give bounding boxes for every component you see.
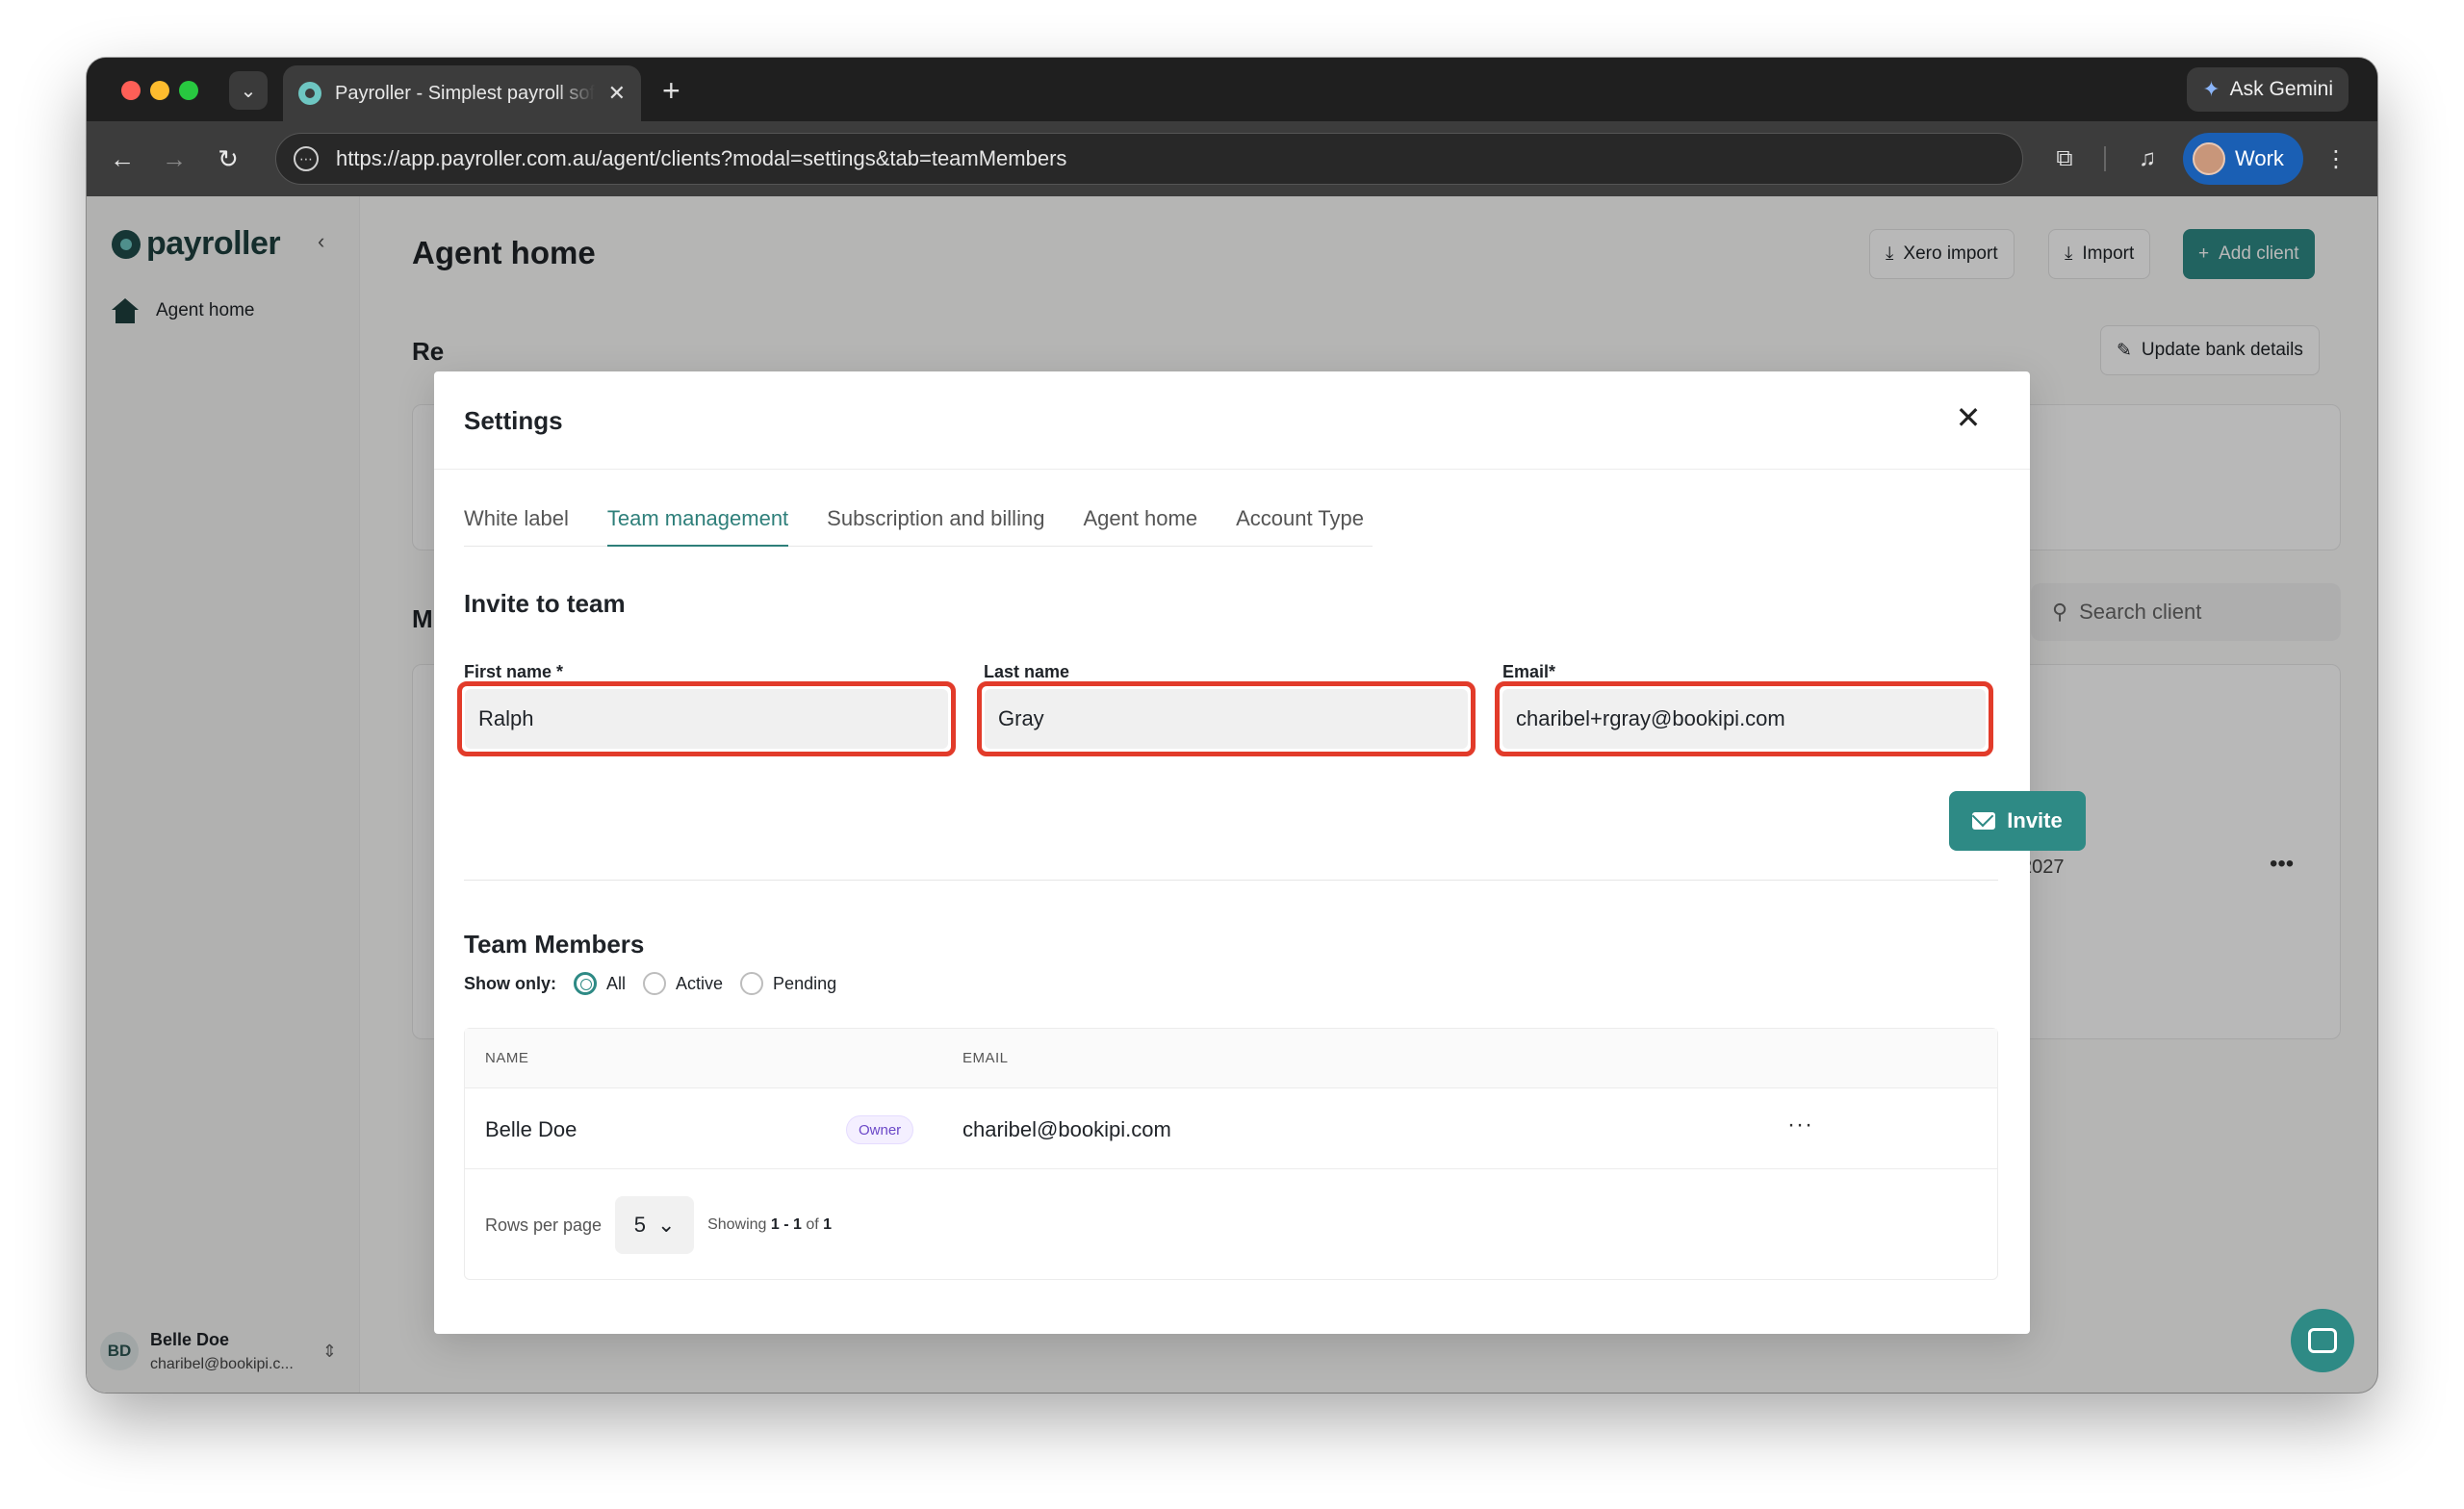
radio-unchecked-icon bbox=[643, 972, 667, 995]
showing-range: 1 - 1 bbox=[770, 1216, 802, 1233]
table-header: NAME EMAIL bbox=[465, 1029, 1997, 1088]
mail-icon bbox=[1972, 812, 1996, 830]
settings-modal: Settings ✕ White label Team management S… bbox=[434, 371, 2086, 1334]
rows-per-page-label: Rows per page bbox=[485, 1215, 603, 1235]
minimize-window-button[interactable] bbox=[150, 81, 169, 100]
modal-header: Settings ✕ bbox=[434, 371, 2030, 470]
forward-arrow-icon[interactable]: → bbox=[156, 141, 192, 177]
tab-white-label[interactable]: White label bbox=[464, 491, 569, 547]
address-bar[interactable]: ⋯ https://app.payroller.com.au/agent/cli… bbox=[275, 133, 2023, 185]
showing-prefix: Showing bbox=[707, 1216, 767, 1233]
tab-close-icon[interactable]: ✕ bbox=[608, 81, 626, 106]
tab-agent-home[interactable]: Agent home bbox=[1083, 491, 1197, 547]
browser-window: ⌄ Payroller - Simplest payroll software … bbox=[87, 58, 2377, 1393]
column-header-email: EMAIL bbox=[962, 1050, 1009, 1066]
settings-tabs: White label Team management Subscription… bbox=[464, 491, 1373, 547]
section-divider bbox=[464, 880, 1998, 881]
new-tab-button[interactable]: + bbox=[662, 71, 680, 110]
chevron-down-icon: ⌄ bbox=[656, 1213, 676, 1237]
invite-button[interactable]: Invite bbox=[1949, 791, 2086, 851]
site-info-icon[interactable]: ⋯ bbox=[294, 146, 319, 171]
email-label: Email* bbox=[1502, 662, 1556, 681]
filter-label: Pending bbox=[773, 973, 837, 993]
member-email: charibel@bookipi.com bbox=[962, 1117, 1171, 1141]
tab-team-management[interactable]: Team management bbox=[606, 491, 789, 547]
url-text[interactable]: https://app.payroller.com.au/agent/clien… bbox=[336, 146, 1066, 171]
reload-icon[interactable]: ↻ bbox=[210, 141, 246, 177]
first-name-label: First name * bbox=[464, 662, 564, 681]
showing-of: of bbox=[806, 1216, 819, 1233]
page-viewport: payroller ‹ Agent home BD Belle Doe char… bbox=[87, 196, 2377, 1393]
chat-icon bbox=[2308, 1328, 2337, 1353]
showing-total: 1 bbox=[823, 1216, 833, 1233]
radio-checked-icon bbox=[574, 972, 597, 995]
tab-account-type[interactable]: Account Type bbox=[1236, 491, 1364, 547]
radio-unchecked-icon bbox=[740, 972, 764, 995]
show-only-label: Show only: bbox=[464, 973, 556, 993]
invite-section-title: Invite to team bbox=[464, 589, 626, 618]
back-arrow-icon[interactable]: ← bbox=[104, 141, 141, 177]
pagination: Rows per page 5 ⌄ Showing 1 - 1 of 1 bbox=[485, 1196, 832, 1254]
rows-per-page-select[interactable]: 5 ⌄ bbox=[615, 1196, 695, 1254]
close-window-button[interactable] bbox=[121, 81, 141, 100]
first-name-field[interactable] bbox=[465, 689, 948, 749]
browser-tab[interactable]: Payroller - Simplest payroll software ✕ bbox=[283, 65, 641, 121]
profile-label: Work bbox=[2235, 146, 2284, 170]
member-name: Belle Doe bbox=[485, 1117, 578, 1141]
browser-toolbar: ← → ↻ ⋯ https://app.payroller.com.au/age… bbox=[87, 121, 2377, 196]
chat-support-button[interactable] bbox=[2291, 1309, 2354, 1372]
first-name-highlight bbox=[457, 681, 956, 756]
column-header-name: NAME bbox=[485, 1050, 529, 1066]
row-actions-icon[interactable]: ··· bbox=[1787, 1112, 1813, 1138]
extensions-puzzle-icon[interactable]: ⧉ bbox=[2046, 141, 2083, 177]
tab-search-chevron-icon[interactable]: ⌄ bbox=[229, 71, 268, 110]
email-highlight bbox=[1495, 681, 1993, 756]
modal-title: Settings bbox=[464, 406, 563, 435]
email-field[interactable] bbox=[1502, 689, 1986, 749]
last-name-highlight bbox=[977, 681, 1476, 756]
payroller-favicon-icon bbox=[298, 82, 321, 105]
team-members-table: NAME EMAIL Belle Doe Owner charibel@book… bbox=[464, 1028, 1998, 1280]
table-row: Belle Doe Owner charibel@bookipi.com ··· bbox=[465, 1088, 1997, 1169]
status-badge: Owner bbox=[846, 1115, 914, 1144]
filter-all-radio[interactable]: All bbox=[574, 972, 626, 995]
profile-button[interactable]: Work bbox=[2183, 133, 2303, 185]
filter-label: All bbox=[606, 973, 627, 993]
maximize-window-button[interactable] bbox=[179, 81, 198, 100]
rows-per-page-value: 5 bbox=[633, 1213, 646, 1237]
tab-strip: ⌄ Payroller - Simplest payroll software … bbox=[87, 58, 2377, 121]
toolbar-divider bbox=[2104, 146, 2106, 171]
filter-pending-radio[interactable]: Pending bbox=[740, 972, 836, 995]
browser-menu-icon[interactable]: ⋮ bbox=[2318, 141, 2354, 177]
close-icon[interactable]: ✕ bbox=[1947, 396, 1989, 439]
tab-title: Payroller - Simplest payroll software bbox=[335, 82, 595, 104]
profile-avatar bbox=[2193, 142, 2225, 175]
ask-gemini-label: Ask Gemini bbox=[2229, 78, 2333, 100]
status-filter: Show only: All Active Pending bbox=[464, 972, 836, 995]
team-members-title: Team Members bbox=[464, 930, 645, 959]
filter-label: Active bbox=[676, 973, 724, 993]
last-name-label: Last name bbox=[984, 662, 1070, 681]
showing-count: Showing 1 - 1 of 1 bbox=[707, 1216, 832, 1234]
filter-active-radio[interactable]: Active bbox=[643, 972, 723, 995]
ask-gemini-button[interactable]: ✦ Ask Gemini bbox=[2187, 67, 2348, 112]
gemini-sparkle-icon: ✦ bbox=[2202, 77, 2220, 101]
invite-label: Invite bbox=[2007, 808, 2063, 832]
media-control-icon[interactable]: ♫ bbox=[2129, 141, 2166, 177]
tab-subscription-billing[interactable]: Subscription and billing bbox=[827, 491, 1044, 547]
last-name-field[interactable] bbox=[985, 689, 1468, 749]
